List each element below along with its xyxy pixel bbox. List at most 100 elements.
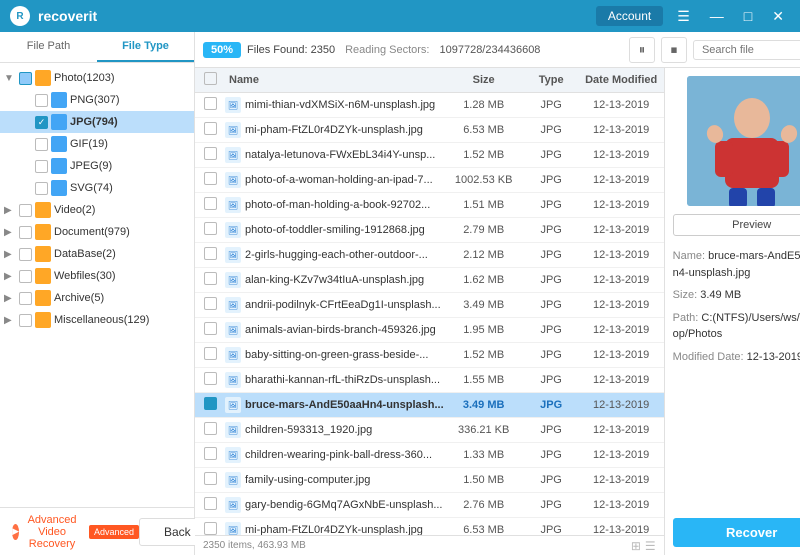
row-checkbox-16[interactable] xyxy=(195,497,225,513)
row-checkbox-13[interactable] xyxy=(195,422,225,438)
checkbox-photo[interactable] xyxy=(19,72,32,85)
row-checkbox-14[interactable] xyxy=(195,447,225,463)
label-database: DataBase(2) xyxy=(54,248,116,260)
row-checkbox-9[interactable] xyxy=(195,322,225,338)
list-icon[interactable]: ☰ xyxy=(645,539,656,553)
table-row[interactable]: 🖼 animals-avian-birds-branch-459326.jpg … xyxy=(195,318,664,343)
checkbox-document[interactable] xyxy=(19,226,32,239)
tree-item-svg[interactable]: SVG(74) xyxy=(0,177,194,199)
search-input[interactable] xyxy=(693,40,800,60)
recover-button[interactable]: Recover xyxy=(673,518,800,547)
hamburger-button[interactable]: ☰ xyxy=(671,6,696,27)
table-row[interactable]: 🖼 family-using-computer.jpg 1.50 MB JPG … xyxy=(195,468,664,493)
table-row[interactable]: 🖼 mi-pham-FtZL0r4DZYk-unsplash.jpg 6.53 … xyxy=(195,518,664,535)
tree-item-archive[interactable]: ▶ Archive(5) xyxy=(0,287,194,309)
table-row[interactable]: 🖼 gary-bendig-6GMq7AGxNbE-unsplash... 2.… xyxy=(195,493,664,518)
row-checkbox-5[interactable] xyxy=(195,222,225,238)
row-checkbox-0[interactable] xyxy=(195,97,225,113)
table-row[interactable]: 🖼 natalya-letunova-FWxEbL34i4Y-unsp... 1… xyxy=(195,143,664,168)
meta-path-row: Path: C:(NTFS)/Users/ws/Desktop/Photos xyxy=(673,310,800,343)
tree-item-webfiles[interactable]: ▶ Webfiles(30) xyxy=(0,265,194,287)
minimize-button[interactable]: — xyxy=(704,6,730,26)
table-row[interactable]: 🖼 andrii-podilnyk-CFrtEeaDg1I-unsplash..… xyxy=(195,293,664,318)
row-type-9: JPG xyxy=(524,324,579,336)
table-row[interactable]: 🖼 children-wearing-pink-ball-dress-360..… xyxy=(195,443,664,468)
row-type-5: JPG xyxy=(524,224,579,236)
row-checkbox-6[interactable] xyxy=(195,247,225,263)
tree-item-misc[interactable]: ▶ Miscellaneous(129) xyxy=(0,309,194,331)
table-row[interactable]: 🖼 bruce-mars-AndE50aaHn4-unsplash... 3.4… xyxy=(195,393,664,418)
checkbox-gif[interactable] xyxy=(35,138,48,151)
table-row[interactable]: 🖼 photo-of-man-holding-a-book-92702... 1… xyxy=(195,193,664,218)
stop-button[interactable]: ⏹ xyxy=(661,37,687,63)
checkbox-jpeg[interactable] xyxy=(35,160,48,173)
row-size-6: 2.12 MB xyxy=(444,249,524,261)
tree-item-video[interactable]: ▶ Video(2) xyxy=(0,199,194,221)
checkbox-jpg[interactable] xyxy=(35,116,48,129)
grid-icon[interactable]: ⊞ xyxy=(631,539,641,553)
row-checkbox-4[interactable] xyxy=(195,197,225,213)
checkbox-database[interactable] xyxy=(19,248,32,261)
row-size-13: 336.21 KB xyxy=(444,424,524,436)
table-row[interactable]: 🖼 mi-pham-FtZL0r4DZYk-unsplash.jpg 6.53 … xyxy=(195,118,664,143)
maximize-button[interactable]: □ xyxy=(738,6,758,26)
label-photo: Photo(1203) xyxy=(54,72,115,84)
header-checkbox[interactable] xyxy=(204,72,217,85)
row-type-17: JPG xyxy=(524,524,579,535)
row-checkbox-1[interactable] xyxy=(195,122,225,138)
sidebar: File Path File Type ▼ Photo(1203) PNG(30… xyxy=(0,32,195,555)
row-checkbox-7[interactable] xyxy=(195,272,225,288)
row-file-icon-3: 🖼 xyxy=(225,172,241,188)
tree-item-jpg[interactable]: JPG(794) xyxy=(0,111,194,133)
account-button[interactable]: Account xyxy=(596,6,663,26)
checkbox-video[interactable] xyxy=(19,204,32,217)
tab-filetype[interactable]: File Type xyxy=(97,32,194,62)
arrow-video: ▶ xyxy=(4,205,16,216)
preview-button[interactable]: Preview xyxy=(673,214,800,236)
row-checkbox-15[interactable] xyxy=(195,472,225,488)
checkbox-webfiles[interactable] xyxy=(19,270,32,283)
row-checkbox-17[interactable] xyxy=(195,522,225,535)
checkbox-svg[interactable] xyxy=(35,182,48,195)
table-row[interactable]: 🖼 2-girls-hugging-each-other-outdoor-...… xyxy=(195,243,664,268)
adv-video-button[interactable]: Advanced Video Recovery xyxy=(23,514,81,550)
folder-icon-png xyxy=(51,92,67,108)
tree-item-photo[interactable]: ▼ Photo(1203) xyxy=(0,67,194,89)
progress-badge: 50% xyxy=(203,42,241,58)
row-checkbox-12[interactable] xyxy=(195,397,225,413)
table-row[interactable]: 🖼 photo-of-toddler-smiling-1912868.jpg 2… xyxy=(195,218,664,243)
row-checkbox-2[interactable] xyxy=(195,147,225,163)
table-row[interactable]: 🖼 bharathi-kannan-rfL-thiRzDs-unsplash..… xyxy=(195,368,664,393)
checkbox-misc[interactable] xyxy=(19,314,32,327)
row-checkbox-3[interactable] xyxy=(195,172,225,188)
row-checkbox-10[interactable] xyxy=(195,347,225,363)
tree-item-document[interactable]: ▶ Document(979) xyxy=(0,221,194,243)
tree-item-jpeg[interactable]: JPEG(9) xyxy=(0,155,194,177)
checkbox-archive[interactable] xyxy=(19,292,32,305)
row-name-0: mimi-thian-vdXMSiX-n6M-unsplash.jpg xyxy=(241,99,444,111)
table-row[interactable]: 🖼 children-593313_1920.jpg 336.21 KB JPG… xyxy=(195,418,664,443)
file-area: Name Size Type Date Modified 🖼 mimi-thia… xyxy=(195,68,800,555)
table-row[interactable]: 🖼 photo-of-a-woman-holding-an-ipad-7... … xyxy=(195,168,664,193)
row-size-0: 1.28 MB xyxy=(444,99,524,111)
tree-item-gif[interactable]: GIF(19) xyxy=(0,133,194,155)
row-file-icon-11: 🖼 xyxy=(225,372,241,388)
preview-path-label: Path: xyxy=(673,312,699,324)
table-row[interactable]: 🖼 baby-sitting-on-green-grass-beside-...… xyxy=(195,343,664,368)
row-name-5: photo-of-toddler-smiling-1912868.jpg xyxy=(241,224,444,236)
row-checkbox-11[interactable] xyxy=(195,372,225,388)
tree-item-database[interactable]: ▶ DataBase(2) xyxy=(0,243,194,265)
table-row[interactable]: 🖼 mimi-thian-vdXMSiX-n6M-unsplash.jpg 1.… xyxy=(195,93,664,118)
tree-item-png[interactable]: PNG(307) xyxy=(0,89,194,111)
row-file-icon-8: 🖼 xyxy=(225,297,241,313)
file-list-header: Name Size Type Date Modified xyxy=(195,68,664,93)
tab-filepath[interactable]: File Path xyxy=(0,32,97,62)
table-row[interactable]: 🖼 alan-king-KZv7w34tIuA-unsplash.jpg 1.6… xyxy=(195,268,664,293)
row-name-14: children-wearing-pink-ball-dress-360... xyxy=(241,449,444,461)
row-type-16: JPG xyxy=(524,499,579,511)
row-checkbox-8[interactable] xyxy=(195,297,225,313)
row-date-0: 12-13-2019 xyxy=(579,99,664,111)
pause-button[interactable]: ⏸ xyxy=(629,37,655,63)
checkbox-png[interactable] xyxy=(35,94,48,107)
close-button[interactable]: ✕ xyxy=(766,6,790,27)
